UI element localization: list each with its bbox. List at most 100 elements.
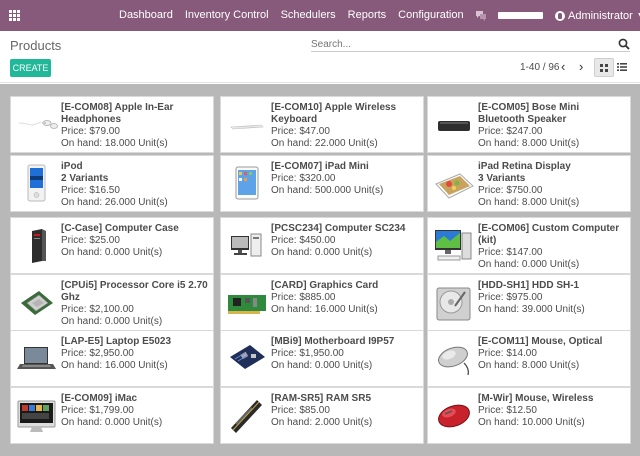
kanban-view-button[interactable] bbox=[594, 58, 614, 77]
product-price: Price: $16.50 bbox=[61, 185, 120, 196]
product-name: [E-COM08] Apple In-Ear Headphones bbox=[61, 102, 174, 125]
graphics-card-icon bbox=[228, 295, 266, 314]
product-price: Price: $47.00 bbox=[271, 126, 330, 137]
product-info: iPad Retina Display 3 Variants Price: $7… bbox=[478, 161, 627, 209]
product-price: Price: $975.00 bbox=[478, 292, 543, 303]
headphones-icon bbox=[18, 120, 58, 129]
product-info: [RAM-SR5] RAM SR5 Price: $85.00 On hand:… bbox=[271, 393, 420, 429]
product-name: [E-COM05] Bose Mini Bluetooth Speaker bbox=[478, 102, 580, 125]
wireless-mouse-icon bbox=[438, 404, 470, 428]
search-icon[interactable] bbox=[618, 38, 630, 50]
create-button[interactable]: CREATE bbox=[10, 59, 51, 77]
product-card[interactable]: [E-COM10] Apple Wireless Keyboard Price:… bbox=[220, 96, 424, 153]
top-navbar: Dashboard Inventory Control Schedulers R… bbox=[0, 0, 640, 31]
product-card[interactable]: iPad Retina Display 3 Variants Price: $7… bbox=[427, 155, 631, 212]
main-menu: Dashboard Inventory Control Schedulers R… bbox=[113, 0, 470, 31]
pager-next-icon[interactable]: › bbox=[579, 60, 583, 73]
product-card[interactable]: [LAP-E5] Laptop E5023 Price: $2,950.00 O… bbox=[10, 330, 214, 387]
grid-icon bbox=[600, 64, 608, 72]
product-info: [M-Wir] Mouse, Wireless Price: $12.50 On… bbox=[478, 393, 627, 429]
product-info: [CPUi5] Processor Core i5 2.70 Ghz Price… bbox=[61, 280, 210, 328]
product-on-hand: On hand: 0.000 Unit(s) bbox=[478, 259, 580, 270]
menu-configuration[interactable]: Configuration bbox=[392, 0, 469, 31]
product-on-hand: On hand: 8.000 Unit(s) bbox=[478, 360, 580, 371]
product-card[interactable]: [MBi9] Motherboard I9P57 Price: $1,950.0… bbox=[220, 330, 424, 387]
product-on-hand: On hand: 16.000 Unit(s) bbox=[271, 304, 378, 315]
menu-inventory-control[interactable]: Inventory Control bbox=[179, 0, 275, 31]
pager-previous-icon[interactable]: ‹ bbox=[561, 60, 565, 73]
optical-mouse-icon bbox=[438, 346, 469, 376]
menu-dashboard[interactable]: Dashboard bbox=[113, 0, 179, 31]
user-avatar-icon bbox=[555, 10, 565, 21]
product-card[interactable]: [HDD-SH1] HDD SH-1 Price: $975.00 On han… bbox=[427, 274, 631, 331]
hdd-icon bbox=[436, 287, 471, 321]
product-name: [E-COM09] iMac bbox=[61, 393, 138, 404]
apps-menu-icon[interactable] bbox=[9, 10, 21, 21]
product-name: [HDD-SH1] HDD SH-1 bbox=[478, 280, 580, 291]
user-menu[interactable]: Administrator ▼ bbox=[555, 0, 640, 31]
product-card[interactable]: [E-COM08] Apple In-Ear Headphones Price:… bbox=[10, 96, 214, 153]
product-info: iPod 2 Variants Price: $16.50 On hand: 2… bbox=[61, 161, 210, 209]
ipad-retina-icon bbox=[435, 173, 474, 199]
product-on-hand: On hand: 22.000 Unit(s) bbox=[271, 138, 378, 149]
search-bar bbox=[311, 36, 630, 52]
product-name: [CPUi5] Processor Core i5 2.70 Ghz bbox=[61, 280, 208, 303]
product-on-hand: On hand: 500.000 Unit(s) bbox=[271, 185, 384, 196]
product-card[interactable]: [E-COM05] Bose Mini Bluetooth Speaker Pr… bbox=[427, 96, 631, 153]
product-on-hand: On hand: 8.000 Unit(s) bbox=[478, 138, 580, 149]
product-name: [LAP-E5] Laptop E5023 bbox=[61, 336, 172, 347]
search-input[interactable] bbox=[311, 37, 606, 52]
product-info: [C-Case] Computer Case Price: $25.00 On … bbox=[61, 223, 210, 259]
menu-reports[interactable]: Reports bbox=[342, 0, 393, 31]
product-card[interactable]: [E-COM11] Mouse, Optical Price: $14.00 O… bbox=[427, 330, 631, 387]
product-price: Price: $14.00 bbox=[478, 348, 537, 359]
product-card[interactable]: [E-COM06] Custom Computer (kit) Price: $… bbox=[427, 217, 631, 274]
product-card[interactable]: [CPUi5] Processor Core i5 2.70 Ghz Price… bbox=[10, 274, 214, 331]
laptop-icon bbox=[17, 347, 56, 369]
product-price: Price: $25.00 bbox=[61, 235, 120, 246]
ram-icon bbox=[231, 400, 262, 433]
product-name: [E-COM07] iPad Mini bbox=[271, 161, 369, 172]
pager-value[interactable]: 1-40 / 96 bbox=[520, 62, 559, 73]
product-on-hand: On hand: 0.000 Unit(s) bbox=[61, 316, 163, 327]
product-on-hand: On hand: 2.000 Unit(s) bbox=[271, 417, 373, 428]
product-name: iPad Retina Display bbox=[478, 161, 571, 172]
computer-case-icon bbox=[32, 229, 46, 263]
product-card[interactable]: [M-Wir] Mouse, Wireless Price: $12.50 On… bbox=[427, 387, 631, 444]
product-price: Price: $247.00 bbox=[478, 126, 543, 137]
chat-icon[interactable] bbox=[475, 9, 487, 21]
product-price: Price: $320.00 bbox=[271, 173, 336, 184]
product-variants: 2 Variants bbox=[61, 173, 109, 184]
product-info: [PCSC234] Computer SC234 Price: $450.00 … bbox=[271, 223, 420, 259]
product-variants: 3 Variants bbox=[478, 173, 526, 184]
topbar-search-field[interactable] bbox=[498, 12, 543, 19]
list-view-icon[interactable] bbox=[617, 62, 627, 72]
product-card[interactable]: iPod 2 Variants Price: $16.50 On hand: 2… bbox=[10, 155, 214, 212]
ipod-icon bbox=[27, 164, 46, 202]
product-name: [PCSC234] Computer SC234 bbox=[271, 223, 406, 234]
imac-icon bbox=[17, 400, 56, 432]
processor-icon bbox=[21, 291, 53, 315]
product-card[interactable]: [C-Case] Computer Case Price: $25.00 On … bbox=[10, 217, 214, 274]
product-info: [E-COM08] Apple In-Ear Headphones Price:… bbox=[61, 102, 210, 150]
product-on-hand: On hand: 10.000 Unit(s) bbox=[478, 417, 585, 428]
product-on-hand: On hand: 8.000 Unit(s) bbox=[478, 197, 580, 208]
product-name: [MBi9] Motherboard I9P57 bbox=[271, 336, 395, 347]
product-card[interactable]: [RAM-SR5] RAM SR5 Price: $85.00 On hand:… bbox=[220, 387, 424, 444]
product-price: Price: $79.00 bbox=[61, 126, 120, 137]
product-info: [E-COM11] Mouse, Optical Price: $14.00 O… bbox=[478, 336, 627, 372]
product-card[interactable]: [E-COM09] iMac Price: $1,799.00 On hand:… bbox=[10, 387, 214, 444]
product-info: [E-COM07] iPad Mini Price: $320.00 On ha… bbox=[271, 161, 420, 197]
product-info: [LAP-E5] Laptop E5023 Price: $2,950.00 O… bbox=[61, 336, 210, 372]
breadcrumb: Products bbox=[10, 38, 62, 53]
computer-kit-icon bbox=[435, 230, 472, 261]
product-name: iPod bbox=[61, 161, 83, 172]
product-card[interactable]: [E-COM07] iPad Mini Price: $320.00 On ha… bbox=[220, 155, 424, 212]
menu-schedulers[interactable]: Schedulers bbox=[275, 0, 342, 31]
product-card[interactable]: [CARD] Graphics Card Price: $885.00 On h… bbox=[220, 274, 424, 331]
product-info: [E-COM06] Custom Computer (kit) Price: $… bbox=[478, 223, 627, 271]
product-name: [C-Case] Computer Case bbox=[61, 223, 179, 234]
speaker-icon bbox=[438, 121, 470, 131]
keyboard-icon bbox=[230, 124, 264, 130]
product-card[interactable]: [PCSC234] Computer SC234 Price: $450.00 … bbox=[220, 217, 424, 274]
